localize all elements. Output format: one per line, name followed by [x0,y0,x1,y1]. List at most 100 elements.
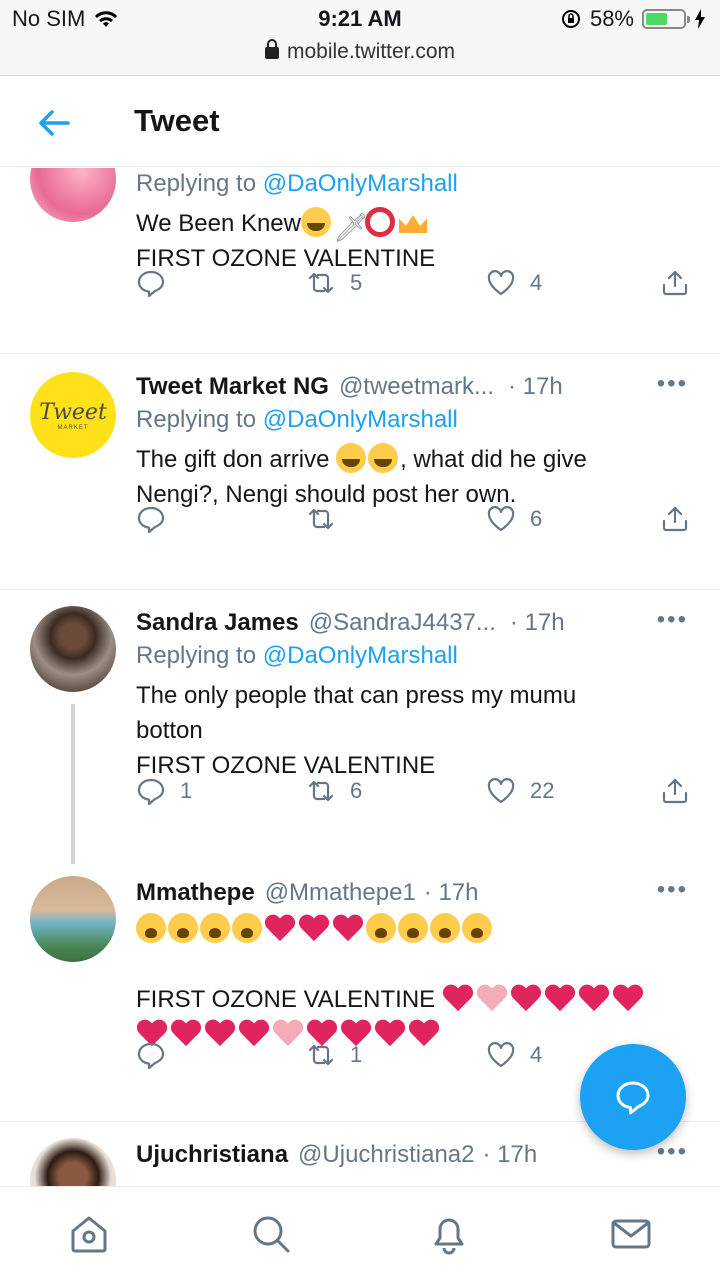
retweet-button[interactable]: 6 [306,776,362,806]
reply-to-link[interactable]: @DaOnlyMarshall [263,406,458,433]
retweet-icon [308,1044,334,1066]
display-name[interactable]: Ujuchristiana [136,1141,288,1169]
retweet-button[interactable]: 1 [306,1040,362,1070]
reply-icon [137,506,165,534]
retweet-button[interactable] [306,504,350,534]
like-button[interactable]: 4 [486,1040,542,1070]
reply-to-link[interactable]: @DaOnlyMarshall [263,170,458,197]
crying-emoji [232,913,262,943]
timestamp[interactable]: · 17h [510,609,565,637]
thread-connector [71,704,75,864]
crying-emoji [168,913,198,943]
bell-icon[interactable] [428,1213,470,1255]
reply-to-link[interactable]: @DaOnlyMarshall [263,642,458,669]
crying-emoji [462,913,492,943]
home-icon[interactable] [68,1213,110,1255]
more-icon[interactable]: ••• [657,370,688,398]
tweet[interactable]: Replying to @DaOnlyMarshall We Been Knew… [0,168,720,354]
mail-icon[interactable] [610,1213,652,1255]
bottom-nav [0,1186,720,1280]
retweet-button[interactable]: 5 [306,268,362,298]
search-icon[interactable] [250,1213,292,1255]
heart-arrow-emoji [332,913,364,943]
avatar[interactable] [30,1138,116,1186]
retweet-icon [308,272,334,294]
url-text: mobile.twitter.com [286,40,456,63]
display-name[interactable]: Mmathepe [136,879,255,907]
orientation-lock-icon [561,10,580,28]
timestamp[interactable]: · 17h [482,1141,537,1169]
reply-button[interactable] [136,268,180,298]
tweet[interactable]: Sandra James @SandraJ4437... · 17h ••• R… [0,590,720,864]
tweet-actions: 1 6 22 [136,776,696,816]
tweet-header: Sandra James @SandraJ4437... · 17h [136,606,690,640]
replying-to: Replying to @DaOnlyMarshall [136,170,458,197]
avatar-logo-subtext: MARKET [57,424,89,431]
display-name[interactable]: Tweet Market NG [136,373,329,401]
sparkling-heart-emoji [442,983,474,1013]
share-button[interactable] [660,504,704,534]
arrow-left-icon[interactable] [34,103,74,143]
replying-to: Replying to @DaOnlyMarshall [136,406,458,433]
username[interactable]: @SandraJ4437... [309,609,496,637]
page-header: Tweet [0,77,720,167]
retweet-icon [308,508,334,530]
timestamp[interactable]: · 17h [508,373,563,401]
timestamp[interactable]: · 17h [424,879,479,907]
more-icon[interactable]: ••• [657,876,688,904]
reply-button[interactable] [136,1040,180,1070]
share-icon [662,506,688,532]
heart-icon [487,778,515,804]
dagger-emoji: 🗡 [333,212,369,243]
battery-percent: 58% [589,6,634,31]
share-button[interactable] [660,776,704,806]
crying-emoji [430,913,460,943]
tweet-header: Mmathepe @Mmathepe1 · 17h [136,876,690,910]
red-circle-emoji [365,207,395,237]
crying-emoji [366,913,396,943]
share-button[interactable] [660,268,704,298]
heart-icon [487,506,515,532]
reply-button[interactable]: 1 [136,776,192,806]
heart-icon [487,1042,515,1068]
smiling-hearts-emoji [301,207,331,237]
compose-reply-icon [616,1081,650,1115]
like-button[interactable]: 4 [486,268,542,298]
tweet-actions: 5 4 [136,268,696,308]
revolving-hearts-emoji [578,983,610,1013]
username[interactable]: @Mmathepe1 [265,879,416,907]
more-icon[interactable]: ••• [657,1138,688,1166]
avatar[interactable] [30,876,116,962]
crying-emoji [398,913,428,943]
heart-arrow-emoji [264,913,296,943]
reply-button[interactable] [136,504,180,534]
crown-emoji [397,207,429,237]
reply-icon [137,1042,165,1070]
lock-icon [264,39,279,59]
share-icon [662,270,688,296]
status-bar: No SIM 9:21 AM 58% [0,0,720,40]
reply-icon [137,270,165,298]
like-button[interactable]: 22 [486,776,554,806]
battery-icon [642,9,690,29]
two-hearts-emoji [544,983,576,1013]
crying-emoji [200,913,230,943]
address-bar[interactable]: mobile.twitter.com [0,36,720,76]
avatar[interactable] [30,606,116,692]
retweet-icon [308,780,334,802]
like-button[interactable]: 6 [486,504,542,534]
gift-heart-emoji [612,983,644,1013]
compose-reply-button[interactable] [580,1044,686,1150]
username[interactable]: @Ujuchristiana2 [298,1141,474,1169]
more-icon[interactable]: ••• [657,606,688,634]
username[interactable]: @tweetmark... [339,373,494,401]
tweet[interactable]: Tweet MARKET Tweet Market NG @tweetmark.… [0,354,720,590]
avatar[interactable]: Tweet MARKET [30,372,116,458]
replies-list[interactable]: Replying to @DaOnlyMarshall We Been Knew… [0,168,720,1186]
tears-of-joy-emoji [368,443,399,473]
display-name[interactable]: Sandra James [136,609,299,637]
tweet-header: Tweet Market NG @tweetmark... · 17h [136,370,690,404]
avatar[interactable] [30,168,116,222]
reply-icon [137,778,165,806]
replying-to: Replying to @DaOnlyMarshall [136,642,458,669]
